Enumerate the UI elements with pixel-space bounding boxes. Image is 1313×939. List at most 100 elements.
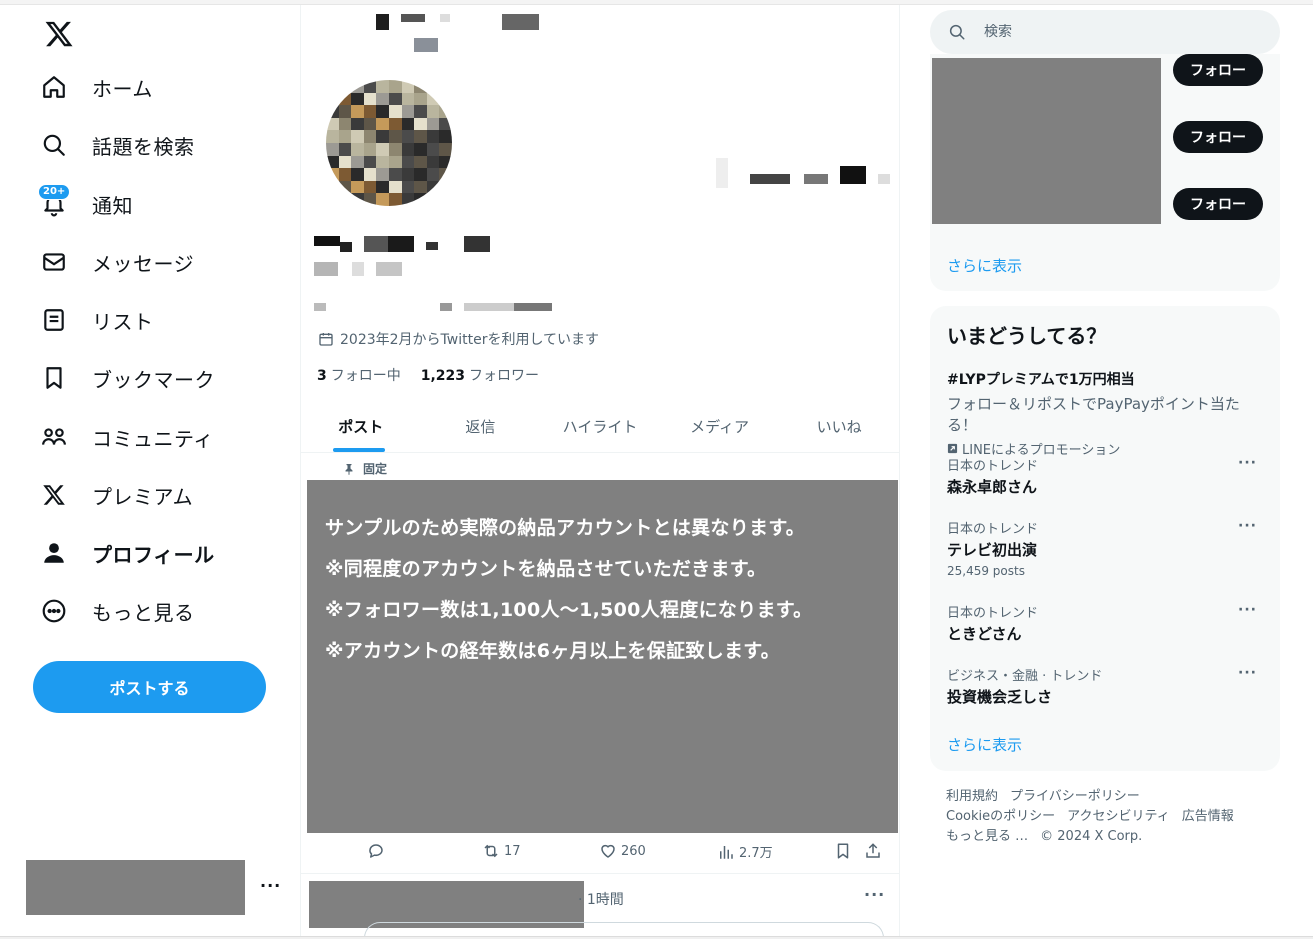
- pinned-post-image[interactable]: サンプルのため実際の納品アカウントとは異なります。 ※同程度のアカウントを納品さ…: [307, 480, 898, 833]
- repost-button[interactable]: 17: [482, 842, 521, 860]
- footer-link-terms[interactable]: 利用規約: [946, 789, 998, 804]
- person-icon: [40, 539, 68, 567]
- follow-button[interactable]: フォロー: [1173, 188, 1263, 220]
- bookmark-button[interactable]: [834, 842, 852, 860]
- footer-link-more[interactable]: もっと見る …: [946, 829, 1028, 844]
- tab-posts[interactable]: ポスト: [301, 400, 421, 452]
- show-more-link[interactable]: さらに表示: [947, 734, 1022, 755]
- sidebar-item-label: リスト: [92, 309, 154, 334]
- list-icon: [40, 306, 68, 334]
- search-input[interactable]: [984, 24, 1264, 40]
- search-bar[interactable]: [930, 10, 1280, 54]
- x-logo-icon[interactable]: [44, 19, 74, 49]
- like-count: 260: [621, 843, 646, 859]
- trend-name: ときどさん: [947, 625, 1022, 643]
- promo-description: フォロー＆リポストでPayPayポイント当たる！: [947, 395, 1240, 434]
- post-text-line: ※同程度のアカウントを納品させていただきます。: [325, 558, 767, 580]
- sidebar-item-label: プレミアム: [92, 484, 194, 509]
- tab-replies[interactable]: 返信: [421, 400, 541, 452]
- next-post-author-redacted[interactable]: [309, 881, 584, 928]
- joined-text: 2023年2月からTwitterを利用しています: [340, 332, 600, 348]
- more-icon[interactable]: ···: [1238, 665, 1257, 681]
- sidebar-item-label: もっと見る: [92, 600, 195, 625]
- sidebar-item-notifications[interactable]: 20+ 通知: [38, 180, 133, 228]
- trends-title: いまどうしてる？: [947, 324, 1107, 348]
- follow-button[interactable]: フォロー: [1173, 54, 1263, 86]
- repost-count: 17: [504, 843, 521, 859]
- share-icon: [866, 843, 880, 858]
- footer-link-ads[interactable]: 広告情報: [1182, 809, 1234, 824]
- sidebar-item-bookmarks[interactable]: ブックマーク: [40, 354, 215, 402]
- sidebar-item-lists[interactable]: リスト: [40, 296, 154, 344]
- tab-media[interactable]: メディア: [660, 400, 780, 452]
- pinned-label: 固定: [363, 462, 388, 476]
- more-icon[interactable]: ···: [1238, 518, 1257, 534]
- footer-link-privacy[interactable]: プライバシーポリシー: [1010, 789, 1140, 804]
- analytics-icon: [720, 845, 733, 859]
- reply-button[interactable]: [367, 842, 385, 860]
- joined-date: 2023年2月からTwitterを利用しています: [318, 329, 599, 349]
- sidebar-item-messages[interactable]: メッセージ: [40, 238, 194, 286]
- share-button[interactable]: [864, 842, 882, 860]
- mail-icon: [40, 248, 68, 276]
- bookmark-icon: [40, 364, 68, 392]
- show-more-link[interactable]: さらに表示: [947, 255, 1022, 276]
- post-text-line: ※フォロワー数は1,100人～1,500人程度になります。: [325, 599, 813, 621]
- like-button[interactable]: 260: [599, 842, 646, 860]
- following-label: フォロー中: [330, 368, 401, 384]
- suggested-accounts-redacted: [932, 58, 1161, 224]
- trend-category: 日本のトレンド: [947, 522, 1039, 537]
- sidebar-item-more[interactable]: もっと見る: [40, 587, 195, 635]
- sidebar-item-label: コミュニティ: [92, 426, 214, 451]
- pinned-indicator: 固定: [343, 460, 387, 477]
- community-icon: [40, 423, 68, 451]
- sidebar-item-label: 話題を検索: [92, 134, 195, 159]
- sidebar-item-premium[interactable]: プレミアム: [40, 471, 193, 519]
- tab-likes[interactable]: いいね: [779, 400, 899, 452]
- trend-name: 森永卓郎さん: [947, 478, 1038, 496]
- account-switcher-redacted[interactable]: [26, 860, 245, 915]
- footer-link-accessibility[interactable]: アクセシビリティ: [1067, 809, 1170, 824]
- trend-item[interactable]: 日本のトレンド テレビ初出演 25,459 posts ···: [947, 518, 1267, 578]
- trend-category: 日本のトレンド: [947, 459, 1039, 474]
- profile-tabs: ポスト 返信 ハイライト メディア いいね: [301, 400, 899, 453]
- views-count: 2.7万: [739, 846, 773, 861]
- calendar-icon: [319, 333, 333, 346]
- search-icon: [949, 24, 965, 40]
- sidebar-item-explore[interactable]: 話題を検索: [40, 121, 195, 169]
- views-button[interactable]: 2.7万: [717, 842, 773, 861]
- account-more-icon[interactable]: ···: [260, 876, 281, 895]
- following-link[interactable]: 3 フォロー中: [317, 365, 401, 385]
- heart-icon: [601, 844, 615, 858]
- bell-icon: 20+: [38, 184, 71, 218]
- sidebar-item-label: プロフィール: [92, 542, 215, 567]
- more-icon[interactable]: ···: [1238, 602, 1257, 618]
- next-post-time: · 1時間: [578, 892, 624, 908]
- trend-item[interactable]: ビジネス・金融 · トレンド 投資機会乏しさ ···: [947, 665, 1267, 707]
- bookmark-icon: [837, 843, 849, 859]
- trend-post-count: 25,459 posts: [947, 564, 1025, 578]
- followers-link[interactable]: 1,223 フォロワー: [421, 365, 539, 385]
- post-separator: [301, 873, 899, 874]
- more-icon[interactable]: ···: [864, 885, 885, 904]
- follow-button[interactable]: フォロー: [1173, 121, 1263, 153]
- followers-count: 1,223: [420, 368, 466, 384]
- who-to-follow-card: フォロー フォロー フォロー さらに表示: [930, 54, 1280, 291]
- search-icon: [40, 131, 68, 159]
- trend-item[interactable]: 日本のトレンド 森永卓郎さん ···: [947, 455, 1267, 497]
- tab-highlights[interactable]: ハイライト: [540, 400, 660, 452]
- promoted-icon: [947, 443, 958, 454]
- avatar[interactable]: [326, 80, 452, 206]
- sidebar-item-communities[interactable]: コミュニティ: [40, 413, 214, 461]
- footer-link-cookies[interactable]: Cookieのポリシー: [946, 809, 1055, 824]
- column-divider: [899, 5, 900, 936]
- post-text-line: ※アカウントの経年数は6ヶ月以上を保証致します。: [325, 640, 780, 662]
- copyright: © 2024 X Corp.: [1040, 829, 1143, 844]
- trend-category: 日本のトレンド: [947, 606, 1039, 621]
- sidebar-item-home[interactable]: ホーム: [40, 63, 153, 111]
- promoted-trend[interactable]: #LYPプレミアムで1万円相当 フォロー＆リポストでPayPayポイント当たる！…: [947, 369, 1267, 458]
- sidebar-item-profile[interactable]: プロフィール: [40, 529, 215, 577]
- more-icon[interactable]: ···: [1238, 455, 1257, 471]
- trend-item[interactable]: 日本のトレンド ときどさん ···: [947, 602, 1267, 644]
- post-button[interactable]: ポストする: [33, 661, 266, 713]
